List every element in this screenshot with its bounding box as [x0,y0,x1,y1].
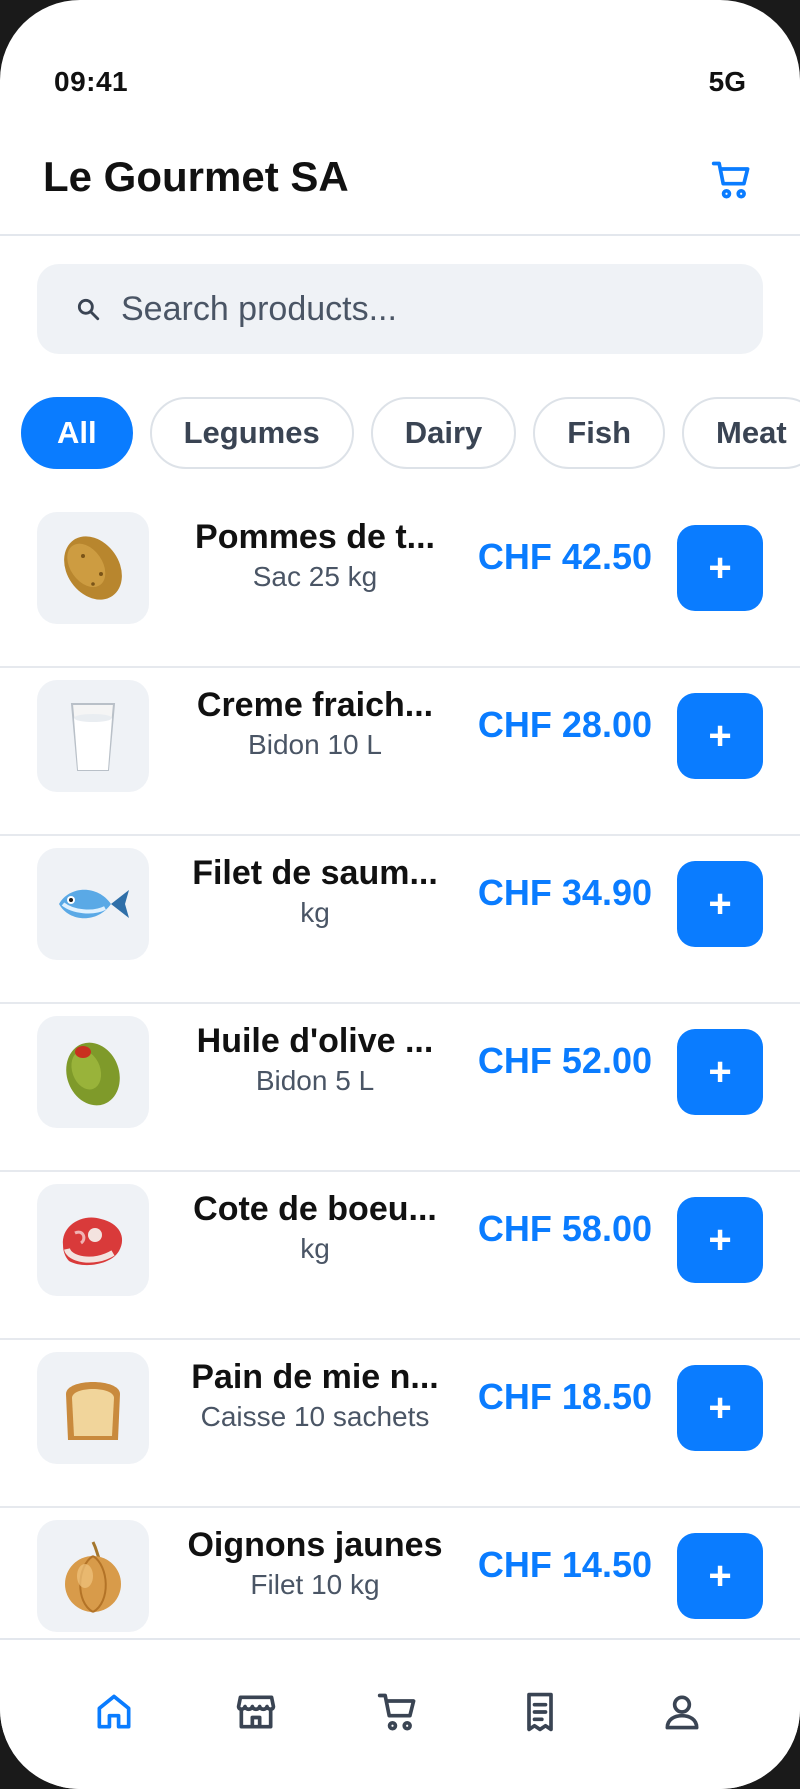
product-unit: Bidon 5 L [255,1065,375,1096]
potato-icon [64,536,122,600]
add-to-cart-button[interactable]: + [677,1197,763,1283]
chip-dairy[interactable]: Dairy [370,397,517,469]
status-time: 09:41 [54,66,129,97]
product-row: Pain de mie n... Caisse 10 sachets CHF 1… [0,1340,800,1508]
milk-glass-icon [70,703,116,771]
cart-icon [377,1693,416,1731]
search-input[interactable] [121,289,721,329]
network-indicator: 5G [708,66,746,97]
profile-icon [665,1695,699,1730]
store-icon [236,1695,276,1729]
product-price: CHF 58.00 [477,1208,652,1249]
product-unit: Filet 10 kg [250,1569,380,1600]
add-to-cart-button[interactable]: + [677,1365,763,1451]
product-image [37,512,149,624]
add-to-cart-button[interactable]: + [677,861,763,947]
search-bar[interactable] [37,264,763,354]
product-image [37,848,149,960]
add-to-cart-button[interactable]: + [677,1533,763,1619]
product-price: CHF 42.50 [477,536,652,577]
chip-all[interactable]: All [21,397,133,469]
product-name: Filet de saum... [192,854,438,892]
product-price: CHF 34.90 [477,872,652,913]
add-to-cart-button[interactable]: + [677,525,763,611]
product-price: CHF 18.50 [477,1376,652,1417]
product-row: Cote de boeu... kg CHF 58.00 + [0,1172,800,1340]
product-image [37,1520,149,1632]
nav-profile[interactable] [650,1680,714,1744]
nav-orders[interactable] [508,1680,572,1744]
product-unit: Sac 25 kg [252,561,378,592]
search-icon [73,294,103,324]
status-bar: 09:41 5G [0,0,800,110]
page-title: Le Gourmet SA [43,153,349,200]
cart-button[interactable] [700,148,764,212]
product-price: CHF 14.50 [477,1544,652,1585]
nav-cart[interactable] [366,1680,430,1744]
product-name: Huile d'olive ... [196,1022,434,1060]
app-screen: 09:41 5G Le Gourmet SA All Legumes Dairy… [0,0,800,1789]
product-name: Creme fraich... [196,686,434,724]
product-image [37,1352,149,1464]
product-price: CHF 28.00 [477,704,652,745]
product-row: Creme fraich... Bidon 10 L CHF 28.00 + [0,668,800,836]
chip-meat[interactable]: Meat [682,397,800,469]
product-list: Pommes de t... Sac 25 kg CHF 42.50 + Cre… [0,500,800,1676]
product-name: Pommes de t... [195,518,435,556]
product-unit: kg [300,1233,330,1264]
product-row: Pommes de t... Sac 25 kg CHF 42.50 + [0,500,800,668]
steak-icon [62,1217,123,1266]
onion-icon [65,1541,121,1613]
product-name: Oignons jaunes [187,1526,443,1564]
product-name: Cote de boeu... [193,1190,437,1228]
olive-icon [66,1042,120,1106]
category-chips: All Legumes Dairy Fish Meat [21,397,800,469]
bottom-nav [0,1638,800,1789]
chip-legumes[interactable]: Legumes [149,397,354,469]
nav-home[interactable] [82,1680,146,1744]
product-unit: Bidon 10 L [248,729,382,760]
add-to-cart-button[interactable]: + [677,1029,763,1115]
product-unit: Caisse 10 sachets [200,1401,430,1432]
product-unit: kg [300,897,330,928]
bread-icon [66,1382,120,1440]
fish-icon [59,889,129,919]
nav-store[interactable] [224,1680,288,1744]
product-image [37,1016,149,1128]
product-name: Pain de mie n... [191,1358,439,1396]
add-to-cart-button[interactable]: + [677,693,763,779]
product-price: CHF 52.00 [477,1040,652,1081]
product-image [37,1184,149,1296]
orders-icon [527,1692,553,1732]
product-image [37,680,149,792]
chip-fish[interactable]: Fish [533,397,666,469]
product-row: Filet de saum... kg CHF 34.90 + [0,836,800,1004]
home-icon [97,1694,131,1729]
cart-icon [711,161,750,199]
app-header: Le Gourmet SA [0,120,800,236]
product-row: Huile d'olive ... Bidon 5 L CHF 52.00 + [0,1004,800,1172]
